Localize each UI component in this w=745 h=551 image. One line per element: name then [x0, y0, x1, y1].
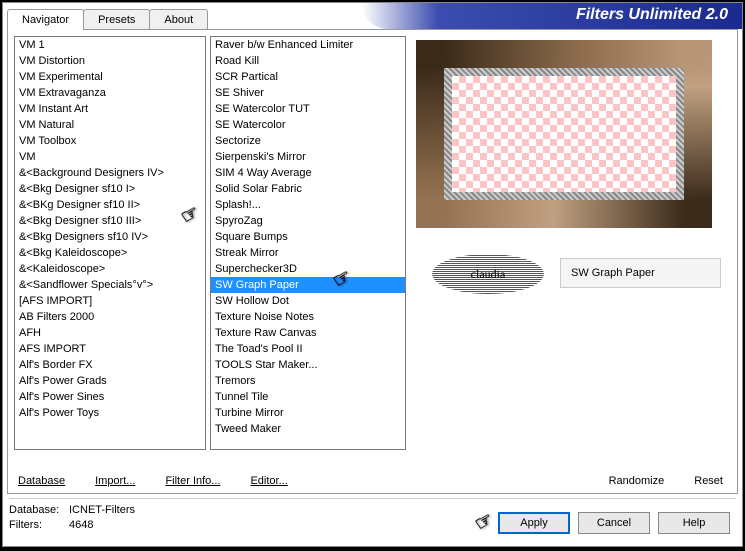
bottom-links-right: Randomize Reset: [609, 475, 723, 487]
list-item[interactable]: Tweed Maker: [211, 421, 405, 437]
list-item[interactable]: &<Bkg Designer sf10 III>: [15, 213, 205, 229]
list-item[interactable]: Tunnel Tile: [211, 389, 405, 405]
list-item[interactable]: Superchecker3D: [211, 261, 405, 277]
tab-about[interactable]: About: [149, 9, 208, 30]
list-item[interactable]: &<Background Designers IV>: [15, 165, 205, 181]
filters-label: Filters:: [9, 518, 69, 533]
category-list[interactable]: VM 1VM DistortionVM ExperimentalVM Extra…: [14, 36, 206, 450]
tab-strip: Navigator Presets About: [7, 9, 207, 30]
link-import[interactable]: Import...: [95, 475, 135, 487]
list-item[interactable]: VM Toolbox: [15, 133, 205, 149]
list-item[interactable]: Road Kill: [211, 53, 405, 69]
list-item[interactable]: VM Distortion: [15, 53, 205, 69]
list-item[interactable]: AFS IMPORT: [15, 341, 205, 357]
db-label: Database:: [9, 503, 69, 518]
watermark-badge: claudia: [432, 254, 544, 294]
list-item[interactable]: SE Watercolor TUT: [211, 101, 405, 117]
navigator-panel: VM 1VM DistortionVM ExperimentalVM Extra…: [7, 29, 738, 494]
list-item[interactable]: The Toad's Pool II: [211, 341, 405, 357]
title-banner: Filters Unlimited 2.0: [362, 3, 742, 29]
list-item[interactable]: &<Bkg Designer sf10 I>: [15, 181, 205, 197]
db-value: ICNET-Filters: [69, 504, 135, 516]
list-item[interactable]: SIM 4 Way Average: [211, 165, 405, 181]
list-item[interactable]: &<Sandflower Specials°v°>: [15, 277, 205, 293]
link-database[interactable]: Database: [18, 475, 65, 487]
list-item[interactable]: TOOLS Star Maker...: [211, 357, 405, 373]
list-item[interactable]: Turbine Mirror: [211, 405, 405, 421]
list-item[interactable]: Solid Solar Fabric: [211, 181, 405, 197]
list-item[interactable]: VM Instant Art: [15, 101, 205, 117]
list-item[interactable]: SpyroZag: [211, 213, 405, 229]
list-item[interactable]: VM Extravaganza: [15, 85, 205, 101]
list-item[interactable]: Texture Noise Notes: [211, 309, 405, 325]
list-item[interactable]: Alf's Power Toys: [15, 405, 205, 421]
list-item[interactable]: Tremors: [211, 373, 405, 389]
link-reset[interactable]: Reset: [694, 475, 723, 487]
apply-button[interactable]: Apply: [498, 512, 570, 534]
list-item[interactable]: VM Experimental: [15, 69, 205, 85]
list-item[interactable]: &<BKg Designer sf10 II>: [15, 197, 205, 213]
list-item[interactable]: AFH: [15, 325, 205, 341]
list-item[interactable]: SE Watercolor: [211, 117, 405, 133]
list-item[interactable]: Texture Raw Canvas: [211, 325, 405, 341]
list-item[interactable]: VM: [15, 149, 205, 165]
selected-filter-label: SW Graph Paper: [560, 258, 721, 288]
cancel-button[interactable]: Cancel: [578, 512, 650, 534]
list-item[interactable]: Alf's Power Grads: [15, 373, 205, 389]
list-item[interactable]: Alf's Border FX: [15, 357, 205, 373]
preview-area: [410, 36, 731, 456]
tab-presets[interactable]: Presets: [83, 9, 150, 30]
list-item[interactable]: Sierpenski's Mirror: [211, 149, 405, 165]
link-filter-info[interactable]: Filter Info...: [165, 475, 220, 487]
help-button[interactable]: Help: [658, 512, 730, 534]
list-item[interactable]: [AFS IMPORT]: [15, 293, 205, 309]
list-item[interactable]: Sectorize: [211, 133, 405, 149]
status-bar: Database:ICNET-Filters Filters:4648 Appl…: [9, 498, 736, 542]
list-item[interactable]: &<Kaleidoscope>: [15, 261, 205, 277]
link-randomize[interactable]: Randomize: [609, 475, 665, 487]
list-item[interactable]: VM Natural: [15, 117, 205, 133]
list-item[interactable]: Alf's Power Sines: [15, 389, 205, 405]
list-item[interactable]: Streak Mirror: [211, 245, 405, 261]
preview-image: [416, 40, 712, 228]
link-editor[interactable]: Editor...: [250, 475, 287, 487]
bottom-links-left: Database Import... Filter Info... Editor…: [18, 475, 288, 487]
filter-list[interactable]: Raver b/w Enhanced LimiterRoad KillSCR P…: [210, 36, 406, 450]
filters-window: Filters Unlimited 2.0 Navigator Presets …: [2, 2, 743, 547]
list-item[interactable]: SW Hollow Dot: [211, 293, 405, 309]
list-item[interactable]: Raver b/w Enhanced Limiter: [211, 37, 405, 53]
filters-count: 4648: [69, 519, 93, 531]
list-item[interactable]: SW Graph Paper: [211, 277, 405, 293]
tab-navigator[interactable]: Navigator: [7, 9, 84, 30]
list-item[interactable]: &<Bkg Kaleidoscope>: [15, 245, 205, 261]
list-item[interactable]: VM 1: [15, 37, 205, 53]
list-item[interactable]: AB Filters 2000: [15, 309, 205, 325]
list-item[interactable]: Splash!...: [211, 197, 405, 213]
list-item[interactable]: &<Bkg Designers sf10 IV>: [15, 229, 205, 245]
list-item[interactable]: SCR Partical: [211, 69, 405, 85]
list-item[interactable]: SE Shiver: [211, 85, 405, 101]
list-item[interactable]: Square Bumps: [211, 229, 405, 245]
